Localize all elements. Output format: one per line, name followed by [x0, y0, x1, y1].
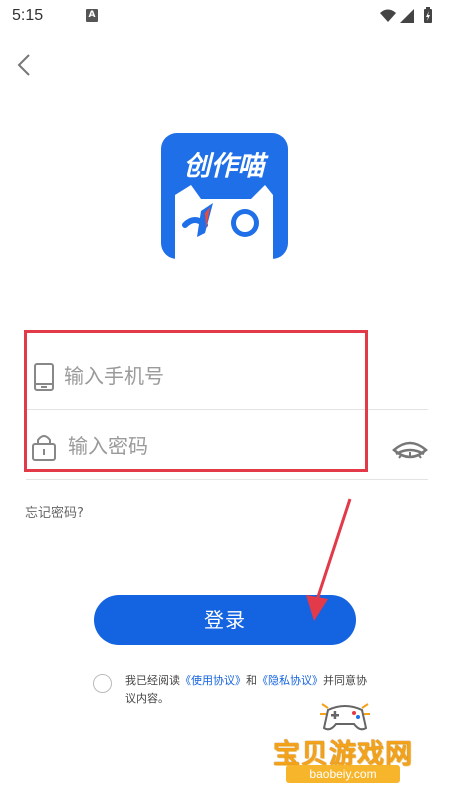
agreement-and: 和: [246, 674, 257, 687]
highlight-annotation: [24, 330, 368, 472]
agreement-prefix: 我已经阅读: [125, 674, 180, 687]
eye-hidden-icon[interactable]: [392, 438, 428, 462]
watermark-url: baobeiy.com: [286, 765, 400, 783]
login-form: [24, 330, 428, 480]
gamepad-icon: [320, 703, 370, 731]
notification-icon: A: [86, 9, 98, 22]
signal-icon: [400, 9, 414, 23]
back-button[interactable]: [10, 50, 40, 80]
agree-radio[interactable]: [93, 674, 112, 693]
chevron-left-icon: [17, 54, 30, 76]
arrow-annotation: [306, 498, 352, 621]
status-icons: [380, 7, 432, 23]
status-time: 5:15: [12, 7, 44, 24]
logo-text: 创作喵: [184, 151, 270, 182]
site-watermark: 宝贝游戏网 baobeiy.com: [262, 700, 424, 795]
app-logo: 创作喵: [161, 133, 288, 259]
wifi-icon: [380, 9, 396, 22]
forgot-password-link[interactable]: 忘记密码?: [25, 502, 84, 521]
privacy-link[interactable]: 《隐私协议》: [257, 674, 323, 687]
terms-link[interactable]: 《使用协议》: [180, 674, 246, 687]
status-bar: 5:15 A: [0, 0, 450, 32]
